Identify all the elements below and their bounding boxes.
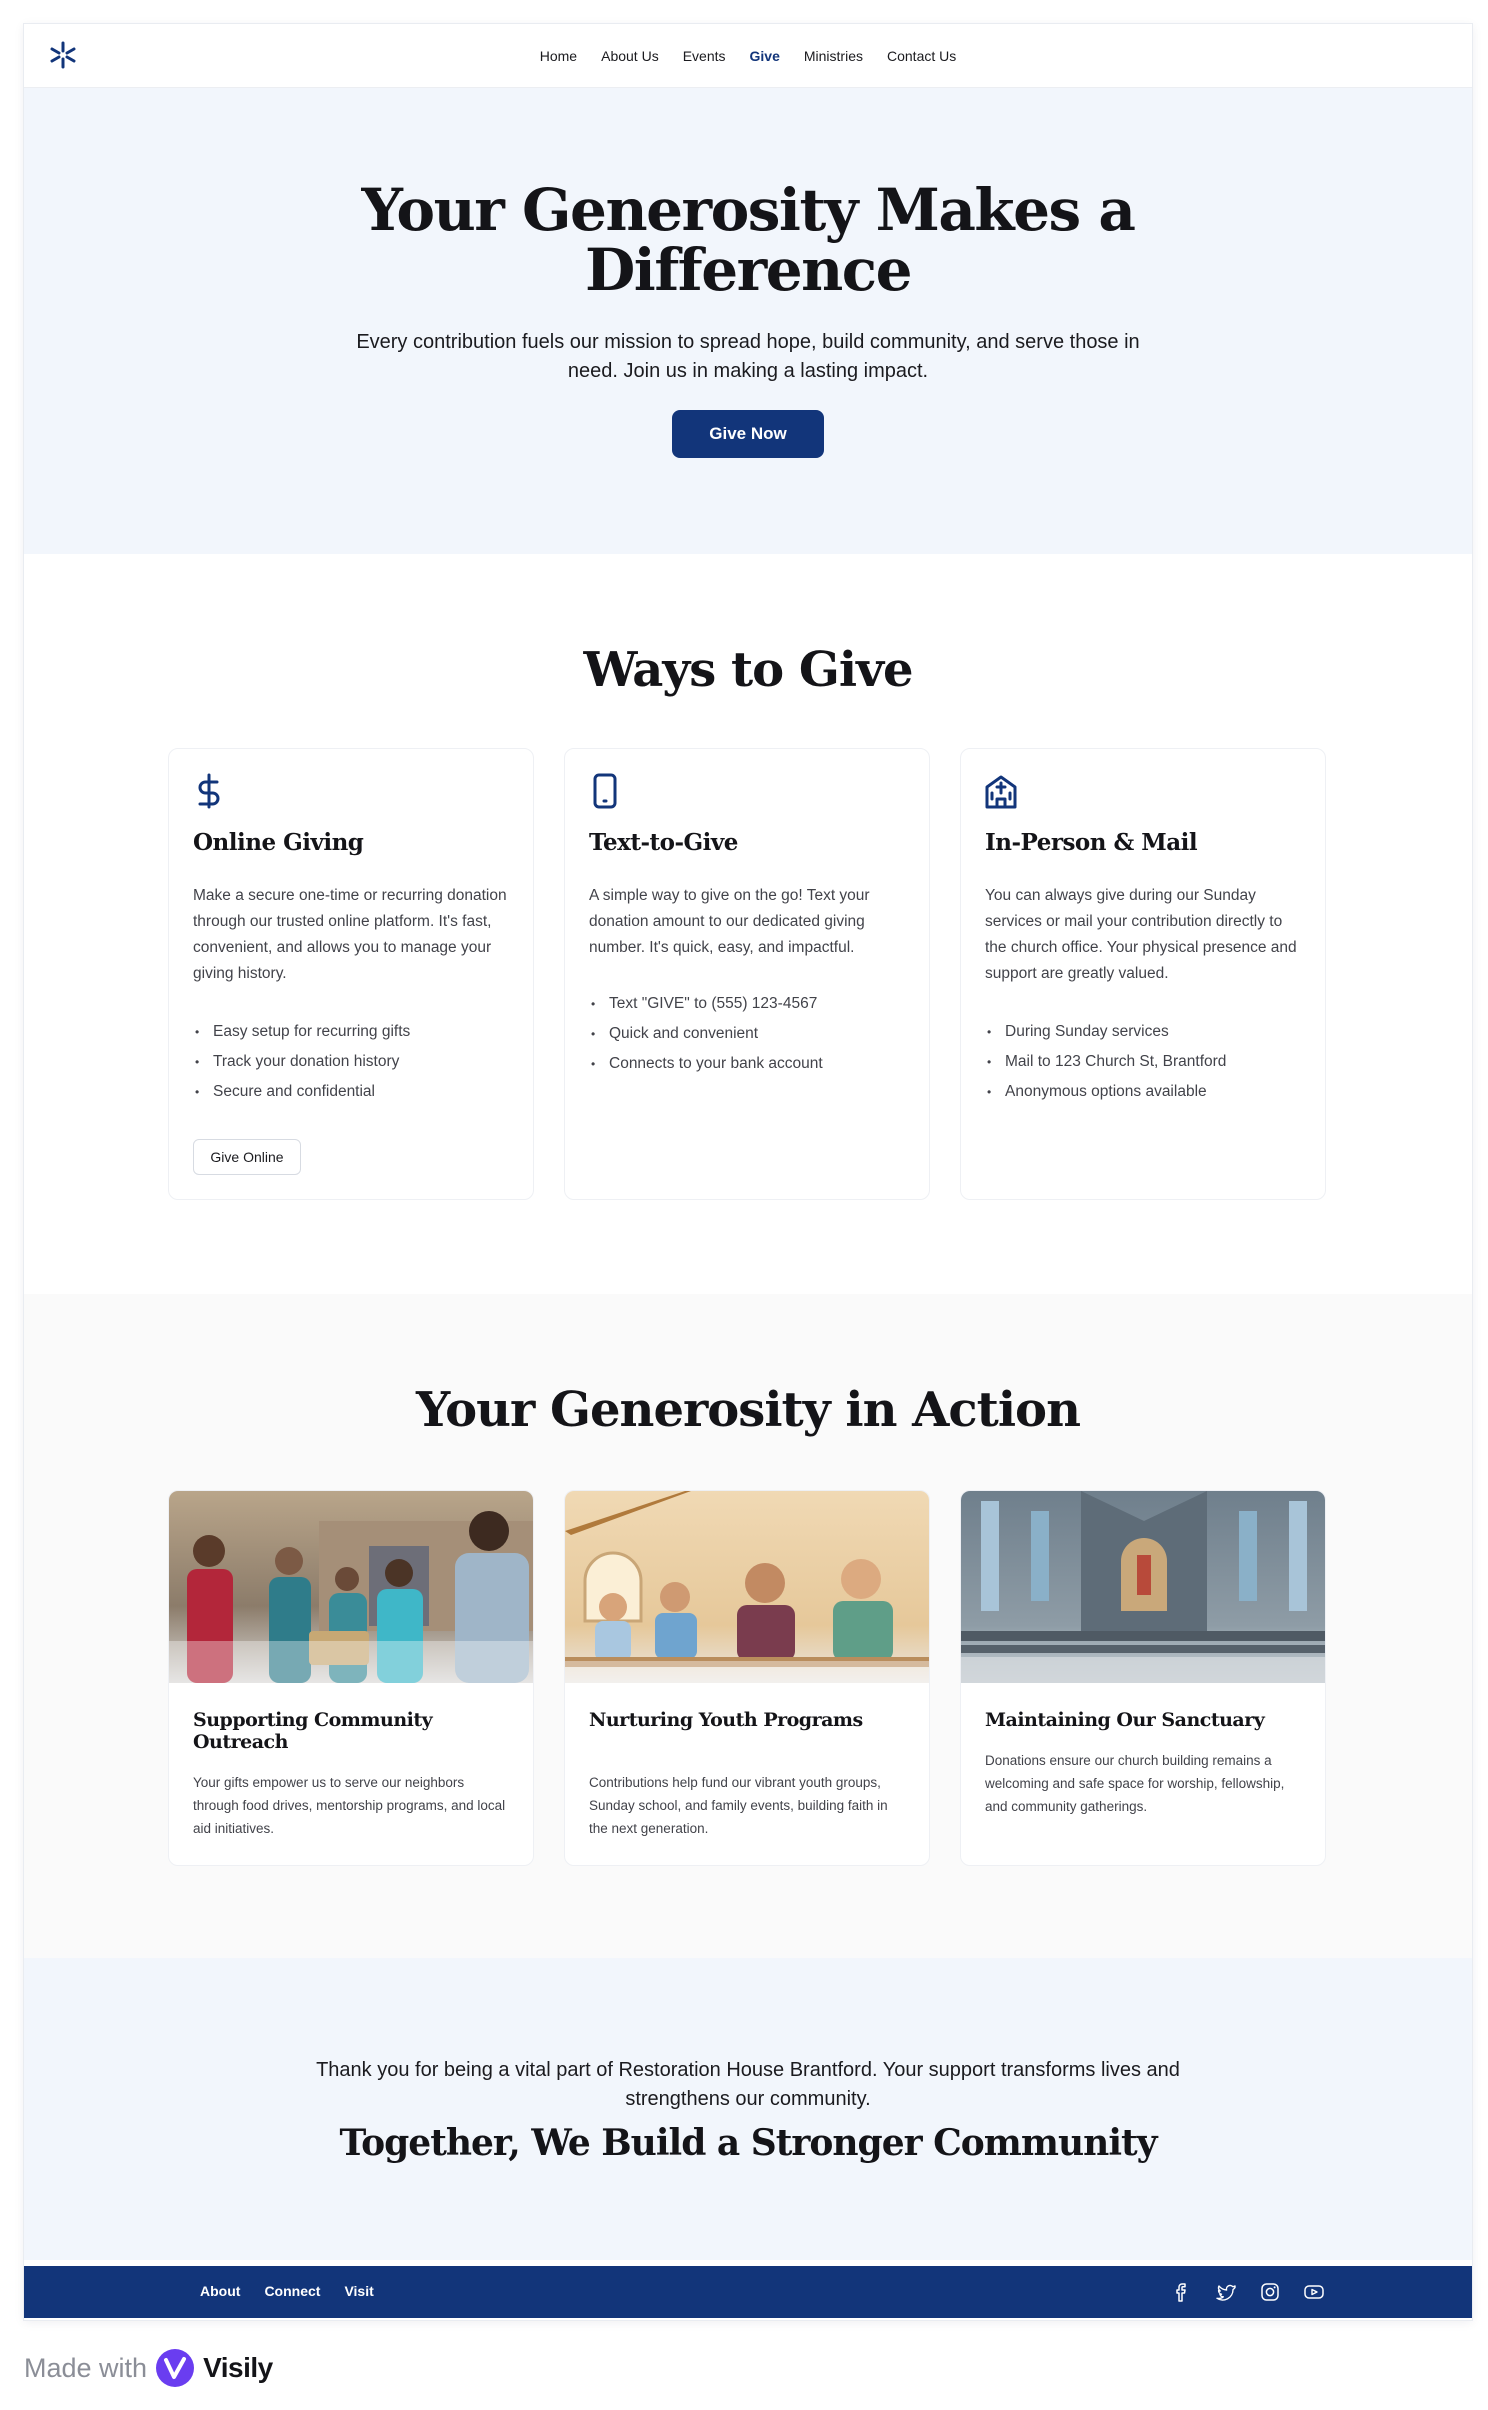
community-volunteers-photo [169, 1491, 533, 1683]
list-item: Connects to your bank account [589, 1049, 823, 1079]
list-item: Track your donation history [193, 1047, 410, 1077]
footer-link-connect[interactable]: Connect [264, 2283, 320, 2299]
social-links [1170, 2280, 1326, 2304]
list-item: During Sunday services [985, 1017, 1226, 1047]
church-sanctuary-photo [961, 1491, 1325, 1683]
list-item: Easy setup for recurring gifts [193, 1017, 410, 1047]
youth-programs-card: Nurturing Youth Programs Contributions h… [564, 1490, 930, 1866]
nav-link-about-us[interactable]: About Us [601, 48, 659, 64]
nav-link-home[interactable]: Home [540, 48, 577, 64]
card-title: Online Giving [193, 829, 364, 856]
youtube-icon[interactable] [1302, 2280, 1326, 2304]
nav-link-contact-us[interactable]: Contact Us [887, 48, 956, 64]
give-now-button[interactable]: Give Now [672, 410, 824, 458]
nav-link-give[interactable]: Give [750, 48, 780, 64]
card-text: Contributions help fund our vibrant yout… [589, 1775, 888, 1836]
card-bullets: Easy setup for recurring gifts Track you… [193, 1017, 410, 1107]
footer: About Connect Visit [24, 2266, 1472, 2318]
children-classroom-photo [565, 1491, 929, 1683]
footer-link-visit[interactable]: Visit [344, 2283, 373, 2299]
hero-section: Your Generosity Makes a Difference Every… [24, 88, 1472, 554]
visily-logo-icon [156, 2349, 195, 2387]
thank-you-text: Thank you for being a vital part of Rest… [316, 2059, 1180, 2110]
ways-to-give-section: Ways to Give Online Giving Make a secure… [24, 554, 1472, 1294]
page-frame: Home About Us Events Give Ministries Con… [24, 24, 1472, 2320]
community-outreach-card: Supporting Community Outreach Your gifts… [168, 1490, 534, 1866]
ways-title: Ways to Give [583, 642, 913, 698]
twitter-icon[interactable] [1214, 2280, 1238, 2304]
badge-prefix: Made with [24, 2352, 148, 2383]
action-title: Your Generosity in Action [416, 1382, 1081, 1438]
church-building-icon [985, 775, 1017, 809]
card-title: Maintaining Our Sanctuary [985, 1709, 1265, 1731]
card-description: You can always give during our Sunday se… [985, 887, 1297, 982]
top-nav: Home About Us Events Give Ministries Con… [24, 24, 1472, 88]
list-item: Mail to 123 Church St, Brantford [985, 1047, 1226, 1077]
community-tagline: Together, We Build a Stronger Community [339, 2122, 1157, 2164]
footer-link-about[interactable]: About [200, 2283, 240, 2299]
made-with-badge[interactable]: Made with Visily [24, 2348, 273, 2388]
footer-links: About Connect Visit [200, 2283, 374, 2299]
nav-links: Home About Us Events Give Ministries Con… [24, 48, 1472, 64]
card-title: Nurturing Youth Programs [589, 1709, 863, 1731]
card-description: Make a secure one-time or recurring dona… [193, 887, 507, 982]
card-bullets: Text "GIVE" to (555) 123-4567 Quick and … [589, 989, 823, 1079]
badge-brand: Visily [203, 2352, 273, 2383]
card-text: Donations ensure our church building rem… [985, 1753, 1285, 1814]
phone-icon [593, 773, 617, 809]
instagram-icon[interactable] [1258, 2280, 1282, 2304]
thank-you-section: Thank you for being a vital part of Rest… [24, 1958, 1472, 2260]
card-title: Text-to-Give [589, 829, 738, 856]
online-giving-card: Online Giving Make a secure one-time or … [168, 748, 534, 1200]
hero-subtitle: Every contribution fuels our mission to … [356, 331, 1140, 382]
list-item: Anonymous options available [985, 1077, 1226, 1107]
dollar-icon [198, 773, 220, 809]
card-title: Supporting Community Outreach [193, 1709, 433, 1753]
give-online-button[interactable]: Give Online [193, 1139, 301, 1175]
card-description: A simple way to give on the go! Text you… [589, 887, 870, 956]
card-text: Your gifts empower us to serve our neigh… [193, 1775, 506, 1836]
nav-link-events[interactable]: Events [683, 48, 726, 64]
in-person-mail-card: In-Person & Mail You can always give dur… [960, 748, 1326, 1200]
sanctuary-card: Maintaining Our Sanctuary Donations ensu… [960, 1490, 1326, 1866]
list-item: Secure and confidential [193, 1077, 410, 1107]
card-title: In-Person & Mail [985, 829, 1198, 856]
list-item: Quick and convenient [589, 1019, 823, 1049]
hero-title: Your Generosity Makes a Difference [361, 176, 1136, 304]
nav-link-ministries[interactable]: Ministries [804, 48, 863, 64]
text-to-give-card: Text-to-Give A simple way to give on the… [564, 748, 930, 1200]
card-bullets: During Sunday services Mail to 123 Churc… [985, 1017, 1226, 1107]
generosity-in-action-section: Your Generosity in Action Supporting Com… [24, 1294, 1472, 1958]
list-item: Text "GIVE" to (555) 123-4567 [589, 989, 823, 1019]
facebook-icon[interactable] [1170, 2280, 1194, 2304]
